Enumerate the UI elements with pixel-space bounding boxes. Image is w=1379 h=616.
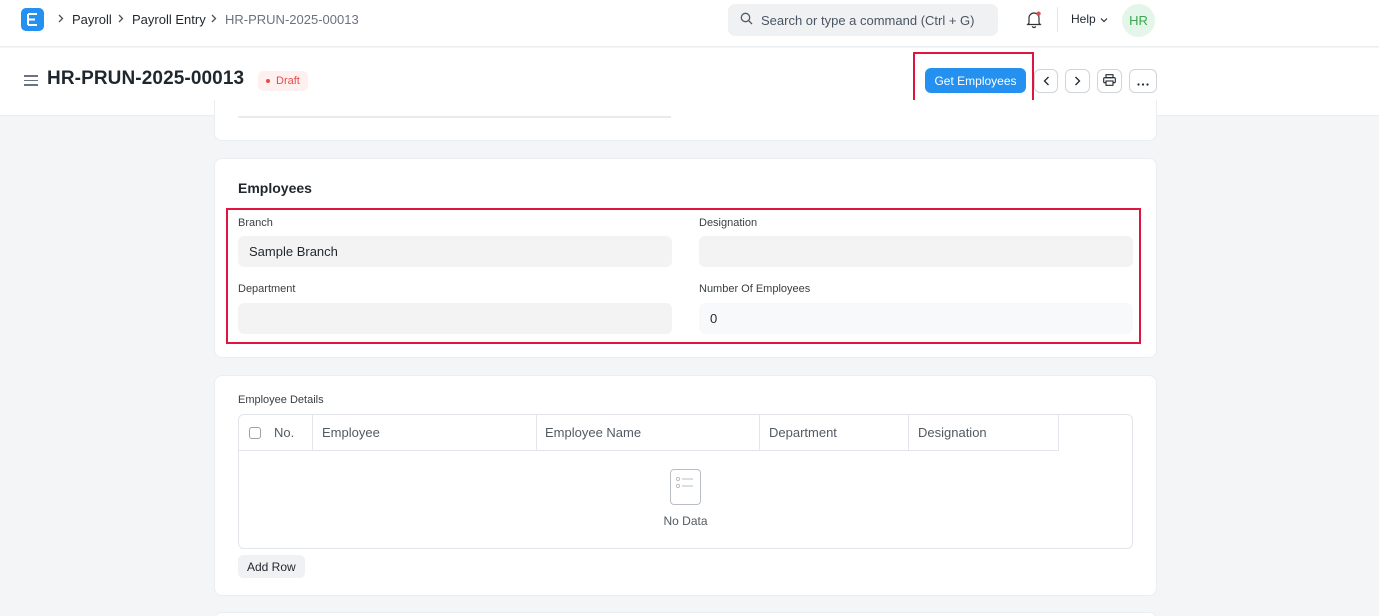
navbar-divider bbox=[1057, 7, 1058, 32]
avatar[interactable]: HR bbox=[1122, 4, 1155, 37]
app-logo-icon[interactable] bbox=[21, 8, 44, 31]
column-header-designation: Designation bbox=[909, 415, 1059, 451]
select-all-checkbox[interactable] bbox=[249, 427, 261, 439]
number-of-employees-label: Number Of Employees bbox=[699, 283, 811, 295]
department-label: Department bbox=[238, 283, 296, 295]
employee-details-label: Employee Details bbox=[238, 394, 324, 406]
prev-doc-button[interactable] bbox=[1034, 69, 1058, 93]
breadcrumb-label[interactable]: Payroll Entry bbox=[132, 12, 206, 27]
breadcrumb-current[interactable]: HR-PRUN-2025-00013 bbox=[211, 12, 359, 27]
previous-section-card bbox=[214, 100, 1157, 141]
chevron-right-icon bbox=[58, 14, 64, 26]
chevron-right-icon bbox=[1074, 74, 1081, 89]
help-label: Help bbox=[1071, 12, 1096, 26]
sidebar-toggle-icon[interactable] bbox=[24, 75, 38, 86]
print-button[interactable] bbox=[1097, 69, 1122, 93]
add-row-button[interactable]: Add Row bbox=[238, 555, 305, 578]
search-placeholder: Search or type a command (Ctrl + G) bbox=[761, 12, 975, 28]
breadcrumb-payroll[interactable]: Payroll bbox=[58, 12, 112, 27]
previous-field[interactable] bbox=[238, 116, 671, 118]
search-bar[interactable]: Search or type a command (Ctrl + G) bbox=[728, 4, 998, 36]
search-icon bbox=[740, 12, 753, 28]
column-header-employee-name: Employee Name bbox=[536, 415, 760, 451]
designation-label: Designation bbox=[699, 217, 758, 229]
breadcrumb-payroll-entry[interactable]: Payroll Entry bbox=[118, 12, 206, 27]
branch-label: Branch bbox=[238, 217, 273, 229]
breadcrumb-label[interactable]: HR-PRUN-2025-00013 bbox=[225, 12, 359, 27]
printer-icon bbox=[1103, 73, 1116, 89]
section-title-employees: Employees bbox=[238, 180, 312, 196]
no-data-text: No Data bbox=[663, 514, 708, 528]
help-dropdown[interactable]: Help bbox=[1071, 12, 1108, 26]
chevron-right-icon bbox=[118, 14, 124, 26]
navbar: Payroll Payroll Entry HR-PRUN-2025-00013… bbox=[0, 0, 1379, 47]
column-header-department: Department bbox=[760, 415, 909, 451]
notification-bell-icon[interactable] bbox=[1024, 9, 1044, 29]
page-title: HR-PRUN-2025-00013 bbox=[47, 68, 245, 89]
empty-list-icon bbox=[670, 469, 701, 505]
more-horizontal-icon bbox=[1137, 74, 1149, 89]
column-header-label: No. bbox=[274, 425, 295, 440]
next-doc-button[interactable] bbox=[1065, 69, 1090, 93]
branch-field[interactable]: Sample Branch bbox=[238, 236, 672, 267]
breadcrumb-label[interactable]: Payroll bbox=[72, 12, 112, 27]
employee-details-table: No. Employee Employee Name Department De… bbox=[238, 414, 1133, 549]
chevron-left-icon bbox=[1043, 74, 1050, 89]
number-of-employees-field: 0 bbox=[699, 303, 1133, 334]
column-header-no: No. bbox=[239, 415, 313, 451]
chevron-down-icon bbox=[1100, 12, 1108, 26]
chevron-right-icon bbox=[211, 14, 217, 26]
designation-field[interactable] bbox=[699, 236, 1133, 267]
next-section-card bbox=[214, 612, 1157, 616]
status-badge: Draft bbox=[258, 71, 308, 91]
get-employees-button[interactable]: Get Employees bbox=[925, 68, 1026, 93]
more-actions-button[interactable] bbox=[1129, 69, 1157, 93]
column-header-employee: Employee bbox=[313, 415, 537, 451]
status-label: Draft bbox=[276, 75, 300, 87]
department-field[interactable] bbox=[238, 303, 672, 334]
status-dot-icon bbox=[266, 79, 270, 83]
